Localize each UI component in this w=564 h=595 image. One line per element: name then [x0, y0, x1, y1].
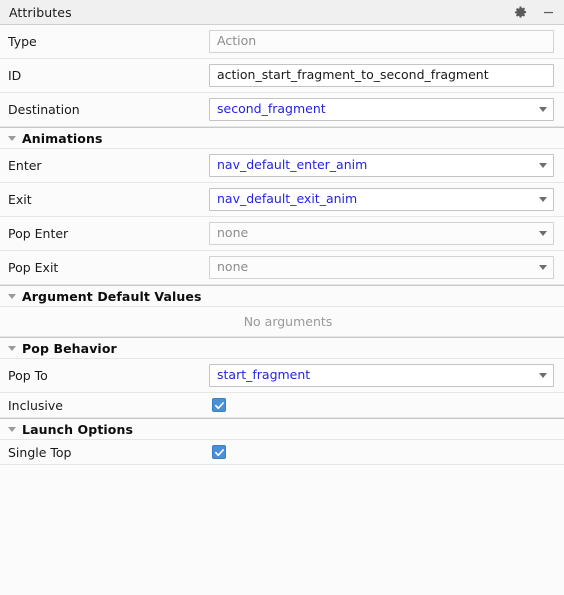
minimize-icon[interactable] — [541, 5, 555, 19]
attributes-panel: Attributes Type Action ID action_start_f… — [0, 0, 564, 595]
row-enter: Enter nav_default_enter_anim — [0, 149, 564, 183]
pop-exit-dropdown[interactable]: none — [209, 256, 554, 279]
type-value: Action — [217, 35, 257, 48]
destination-dropdown[interactable]: second_fragment — [209, 98, 554, 121]
row-pop-enter: Pop Enter none — [0, 217, 564, 251]
section-argument-default-values[interactable]: Argument Default Values — [0, 285, 564, 307]
chevron-down-icon[interactable] — [539, 373, 547, 378]
gear-icon[interactable] — [513, 5, 527, 19]
pop-to-value: start_fragment — [217, 369, 311, 382]
chevron-down-icon[interactable] — [539, 231, 547, 236]
row-destination: Destination second_fragment — [0, 93, 564, 127]
label-id: ID — [8, 68, 22, 83]
triangle-down-icon[interactable] — [8, 293, 16, 299]
row-id: ID action_start_fragment_to_second_fragm… — [0, 59, 564, 93]
section-launch-options[interactable]: Launch Options — [0, 418, 564, 440]
row-pop-to: Pop To start_fragment — [0, 359, 564, 393]
inclusive-checkbox[interactable] — [212, 398, 226, 412]
exit-dropdown[interactable]: nav_default_exit_anim — [209, 188, 554, 211]
enter-dropdown[interactable]: nav_default_enter_anim — [209, 154, 554, 177]
type-input[interactable]: Action — [209, 30, 554, 53]
enter-value: nav_default_enter_anim — [217, 159, 368, 172]
no-arguments-message: No arguments — [243, 314, 333, 329]
section-argument-default-values-title: Argument Default Values — [22, 288, 202, 304]
row-type: Type Action — [0, 25, 564, 59]
id-input[interactable]: action_start_fragment_to_second_fragment — [209, 64, 554, 87]
label-destination: Destination — [8, 102, 80, 117]
panel-titlebar: Attributes — [0, 0, 564, 25]
pop-exit-value: none — [217, 261, 249, 274]
triangle-down-icon[interactable] — [8, 426, 16, 432]
chevron-down-icon[interactable] — [539, 265, 547, 270]
chevron-down-icon[interactable] — [539, 163, 547, 168]
no-arguments-row: No arguments — [0, 307, 564, 337]
chevron-down-icon[interactable] — [539, 197, 547, 202]
id-value: action_start_fragment_to_second_fragment — [217, 69, 489, 82]
label-single-top: Single Top — [8, 444, 72, 460]
section-pop-behavior-title: Pop Behavior — [22, 340, 117, 356]
label-inclusive: Inclusive — [8, 397, 63, 413]
panel-title: Attributes — [9, 4, 72, 20]
section-pop-behavior[interactable]: Pop Behavior — [0, 337, 564, 359]
pop-enter-dropdown[interactable]: none — [209, 222, 554, 245]
label-enter: Enter — [8, 158, 42, 173]
triangle-down-icon[interactable] — [8, 345, 16, 351]
pop-to-dropdown[interactable]: start_fragment — [209, 364, 554, 387]
row-exit: Exit nav_default_exit_anim — [0, 183, 564, 217]
exit-value: nav_default_exit_anim — [217, 193, 358, 206]
pop-enter-value: none — [217, 227, 249, 240]
label-pop-exit: Pop Exit — [8, 260, 59, 275]
label-exit: Exit — [8, 192, 32, 207]
row-inclusive: Inclusive — [0, 393, 564, 418]
section-animations-title: Animations — [22, 130, 103, 146]
single-top-checkbox[interactable] — [212, 445, 226, 459]
row-single-top: Single Top — [0, 440, 564, 465]
section-animations[interactable]: Animations — [0, 127, 564, 149]
label-pop-enter: Pop Enter — [8, 226, 69, 241]
attributes-content: Type Action ID action_start_fragment_to_… — [0, 25, 564, 595]
triangle-down-icon[interactable] — [8, 135, 16, 141]
titlebar-actions — [513, 5, 555, 19]
chevron-down-icon[interactable] — [539, 107, 547, 112]
destination-value: second_fragment — [217, 103, 326, 116]
label-type: Type — [8, 34, 37, 49]
section-launch-options-title: Launch Options — [22, 421, 134, 437]
row-pop-exit: Pop Exit none — [0, 251, 564, 285]
label-pop-to: Pop To — [8, 368, 48, 383]
